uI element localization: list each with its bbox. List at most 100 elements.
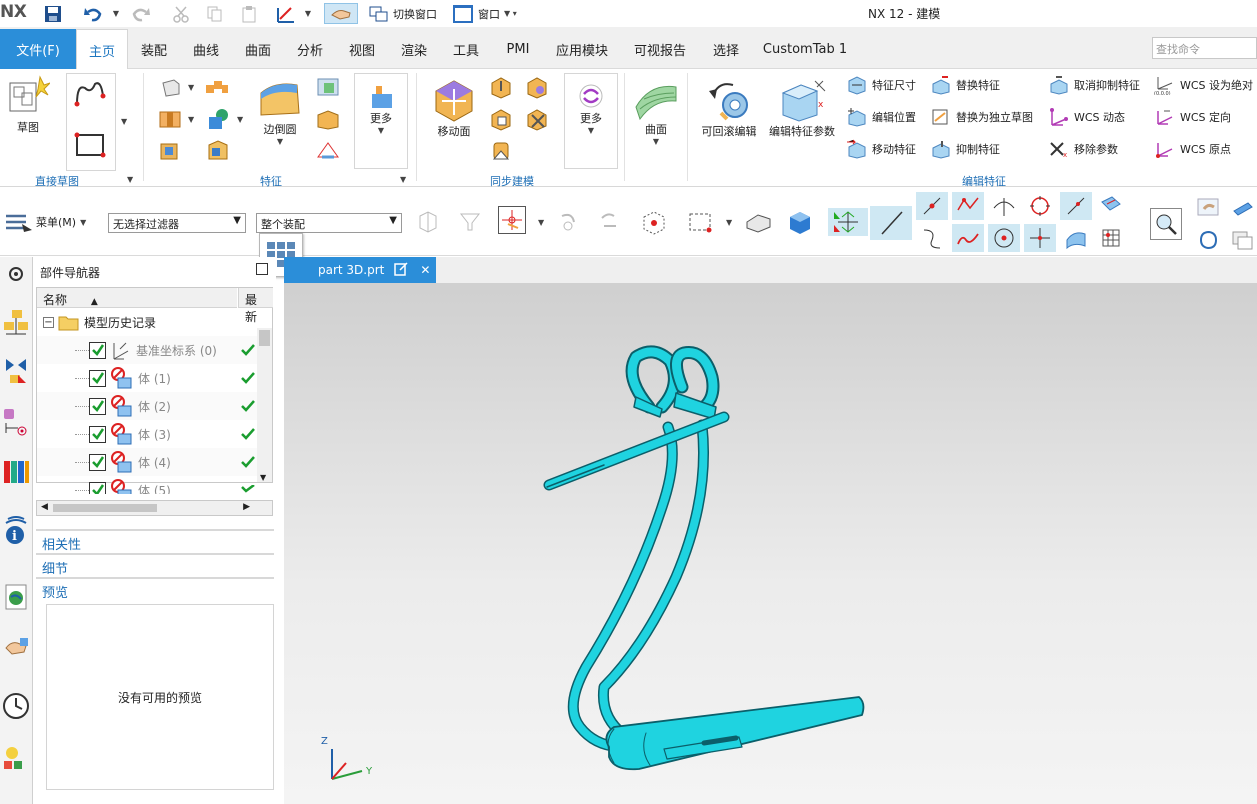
surface-button[interactable]: 曲面 ▼	[630, 77, 682, 146]
box-select-dropdown-icon[interactable]: ▼	[726, 218, 732, 227]
shell-icon[interactable]	[158, 139, 182, 161]
hole-dropdown-icon[interactable]: ▼	[188, 115, 194, 124]
tab-visual-reports[interactable]: 可视报告	[626, 29, 694, 69]
draft-icon[interactable]	[314, 139, 342, 163]
move-feature-button[interactable]: 移动特征	[846, 139, 916, 159]
tab-analysis[interactable]: 分析	[288, 29, 332, 69]
tab-file[interactable]: 文件(F)	[0, 29, 76, 69]
select-body-icon[interactable]	[1228, 194, 1256, 222]
visibility-checkbox[interactable]	[89, 369, 106, 387]
snap-circle-icon[interactable]	[1024, 192, 1056, 220]
pull-face-icon[interactable]	[488, 75, 514, 99]
feature-dimension-button[interactable]: 特征尺寸	[846, 75, 916, 95]
tab-render[interactable]: 渲染	[392, 29, 436, 69]
collapse-icon[interactable]: −	[43, 316, 54, 328]
copy-view-icon[interactable]	[1228, 226, 1256, 254]
tab-pmi[interactable]: PMI	[496, 29, 540, 69]
filter-faces-icon[interactable]	[456, 208, 484, 236]
select-assembly-icon[interactable]	[414, 208, 442, 236]
assembly-navigator-icon[interactable]	[0, 305, 32, 339]
edit-feature-params-button[interactable]: x 编辑特征参数	[766, 77, 838, 139]
vertical-scrollbar[interactable]: ▼	[257, 328, 272, 482]
switch-window-button[interactable]: 切换窗口	[368, 3, 448, 24]
tree-row-body[interactable]: 体 (1)	[37, 364, 257, 392]
resize-blend-icon[interactable]	[488, 139, 514, 163]
edge-blend-dropdown-icon[interactable]: ▼	[277, 137, 283, 146]
replace-face-icon[interactable]	[488, 107, 514, 131]
constraint-navigator-icon[interactable]	[0, 353, 32, 387]
wcs-dynamic-button[interactable]: WCS 动态	[1048, 107, 1125, 127]
redo-icon[interactable]	[128, 3, 154, 24]
part-navigator-icon[interactable]	[0, 405, 32, 439]
sketch-button[interactable]: 草图	[4, 75, 52, 135]
scrollbar-thumb[interactable]	[53, 504, 157, 512]
tab-custom[interactable]: CustomTab 1	[756, 29, 854, 69]
tree-row-body[interactable]: 体 (5)	[37, 476, 257, 494]
wcs-set-absolute-button[interactable]: (0,0,0) WCS 设为绝对	[1154, 75, 1253, 95]
roles-icon[interactable]	[0, 631, 32, 665]
feature-more-button[interactable]: 更多 ▼	[354, 73, 408, 169]
tree-row-body[interactable]: 体 (3)	[37, 420, 257, 448]
wireframe-view-icon[interactable]	[640, 208, 668, 236]
chamfer-icon[interactable]	[206, 139, 230, 161]
document-tab[interactable]: part 3D.prt ✕	[284, 257, 436, 283]
section-preview[interactable]: 预览	[36, 577, 274, 601]
group-direct-sketch-dropdown-icon[interactable]: ▼	[127, 175, 133, 184]
system-materials-icon[interactable]	[0, 741, 32, 775]
paste-icon[interactable]	[236, 3, 262, 24]
undo-icon[interactable]	[80, 3, 106, 24]
quick-pick-icon[interactable]	[1150, 208, 1182, 240]
save-icon[interactable]	[40, 3, 66, 24]
scrollbar-thumb[interactable]	[259, 330, 270, 346]
wcs-origin-button[interactable]: WCS 原点	[1154, 139, 1231, 159]
offset-region-icon[interactable]	[524, 75, 550, 99]
snap-curve-icon[interactable]	[916, 224, 948, 252]
unsuppress-feature-button[interactable]: 取消抑制特征	[1048, 75, 1140, 95]
surface-dropdown-icon[interactable]: ▼	[653, 137, 659, 146]
section-details[interactable]: 细节	[36, 553, 274, 577]
tab-curve[interactable]: 曲线	[184, 29, 228, 69]
history-clock-icon[interactable]	[0, 689, 32, 723]
snap-tangent-icon[interactable]	[988, 192, 1020, 220]
sketch-curve-gallery[interactable]	[66, 73, 116, 171]
visibility-checkbox[interactable]	[89, 481, 106, 494]
visibility-checkbox[interactable]	[89, 453, 106, 471]
snap-line-icon[interactable]	[870, 206, 912, 240]
extrude-dropdown-icon[interactable]: ▼	[188, 83, 194, 92]
snap-spline-icon[interactable]	[952, 224, 984, 252]
column-header-name[interactable]: 名称 ▲	[37, 288, 237, 308]
touch-dropdown-icon[interactable]: ▼	[302, 3, 314, 24]
snap-point-on-line-icon[interactable]	[1060, 192, 1092, 220]
hole-icon[interactable]	[158, 109, 182, 129]
hand-icon[interactable]	[324, 3, 358, 24]
touch-mode-icon[interactable]	[272, 3, 300, 24]
unite-icon[interactable]	[206, 107, 232, 131]
snap-control-point-icon[interactable]	[828, 208, 868, 236]
tab-view[interactable]: 视图	[340, 29, 384, 69]
reuse-library-icon[interactable]	[0, 455, 32, 489]
tab-selection[interactable]: 选择	[704, 29, 748, 69]
hand-select-icon[interactable]	[1194, 194, 1222, 222]
selection-scope-dropdown[interactable]: 整个装配 ▼	[256, 213, 402, 233]
snap-endpoint-icon[interactable]	[916, 192, 948, 220]
refresh-icon[interactable]	[1194, 226, 1222, 254]
tree-root-row[interactable]: − 模型历史记录	[37, 308, 257, 336]
tab-assembly[interactable]: 装配	[132, 29, 176, 69]
tree-row-body[interactable]: 体 (2)	[37, 392, 257, 420]
section-dependencies[interactable]: 相关性	[36, 529, 274, 553]
copy-icon[interactable]	[202, 3, 228, 24]
move-face-button[interactable]: 移动面	[428, 77, 480, 139]
suppress-feature-button[interactable]: 抑制特征	[930, 139, 1000, 159]
group-feature-dropdown-icon[interactable]: ▼	[400, 175, 406, 184]
scroll-left-icon[interactable]: ◀	[41, 502, 48, 512]
replace-with-sketch-button[interactable]: 替换为独立草图	[930, 107, 1033, 127]
visibility-checkbox[interactable]	[89, 425, 106, 443]
visibility-checkbox[interactable]	[89, 397, 106, 415]
close-tab-icon[interactable]: ✕	[420, 263, 430, 277]
sketch-gallery-dropdown-icon[interactable]: ▼	[121, 117, 127, 126]
scroll-right-icon[interactable]: ▶	[243, 502, 250, 512]
snap-grid-icon[interactable]	[1096, 224, 1126, 252]
window-menu-button[interactable]: 窗口 ▼ ▾	[452, 3, 532, 24]
info-icon[interactable]: i	[0, 513, 32, 547]
snap-midpoint-icon[interactable]	[952, 192, 984, 220]
